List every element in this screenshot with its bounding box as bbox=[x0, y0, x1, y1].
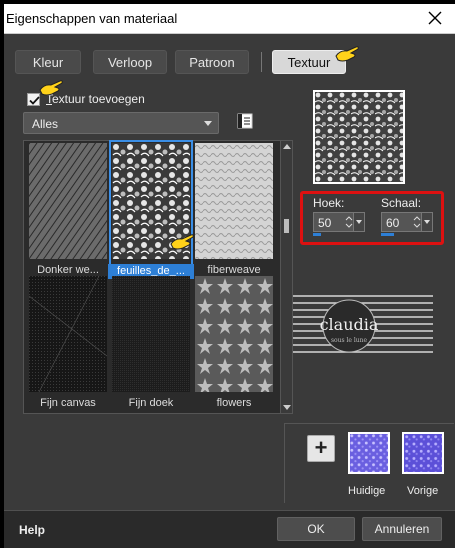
texture-gallery: Donker we... feuilles_de_... fiberweave … bbox=[23, 140, 293, 414]
texture-list-icon[interactable] bbox=[237, 113, 253, 129]
title-bar: Eigenschappen van materiaal bbox=[4, 4, 455, 34]
previous-material-label: Vorige bbox=[407, 485, 439, 497]
scroll-thumb[interactable] bbox=[284, 219, 289, 233]
scale-spinbox[interactable]: 60 bbox=[381, 212, 433, 232]
spin-arrows-icon[interactable] bbox=[345, 215, 353, 229]
scale-label: Schaal: bbox=[381, 196, 422, 210]
texture-preview-image bbox=[195, 143, 273, 259]
ok-button[interactable]: OK bbox=[277, 517, 355, 541]
logo-tagline: sous le lune bbox=[331, 337, 368, 344]
texture-thumb[interactable]: flowers bbox=[195, 276, 273, 409]
texture-thumb[interactable]: fiberweave bbox=[195, 143, 273, 276]
pointing-hand-icon bbox=[39, 80, 63, 96]
tab-verloop[interactable]: Verloop bbox=[93, 50, 167, 74]
scroll-up-icon[interactable] bbox=[283, 144, 291, 149]
scale-value: 60 bbox=[386, 216, 400, 230]
dialog-footer: Help OK Annuleren bbox=[4, 510, 455, 548]
texture-caption: fiberweave bbox=[207, 264, 261, 276]
add-material-button[interactable]: + bbox=[307, 435, 335, 462]
texture-preview-image bbox=[195, 276, 273, 392]
tab-separator bbox=[261, 52, 262, 72]
current-material-swatch[interactable] bbox=[348, 432, 390, 474]
spin-arrows-icon[interactable] bbox=[413, 215, 421, 229]
texture-thumb[interactable]: Fijn canvas bbox=[29, 276, 107, 409]
window-frame: Eigenschappen van materiaal Kleur Verloo… bbox=[0, 0, 455, 548]
angle-spinbox[interactable]: 50 bbox=[313, 212, 365, 232]
chevron-down-icon bbox=[204, 121, 212, 126]
texture-preview-image bbox=[29, 276, 107, 392]
angle-dropdown[interactable] bbox=[353, 213, 364, 231]
texture-preview bbox=[313, 90, 405, 184]
pointing-hand-icon bbox=[335, 46, 359, 62]
pointing-hand-icon bbox=[170, 234, 194, 250]
texture-preview-image bbox=[112, 276, 190, 392]
previous-material-swatch[interactable] bbox=[402, 432, 444, 474]
material-properties-dialog: Kleur Verloop Patroon Textuur Textuur to… bbox=[4, 34, 455, 548]
claudia-watermark-logo: claudia sous le lune bbox=[293, 295, 433, 353]
cancel-button[interactable]: Annuleren bbox=[362, 517, 442, 541]
help-link[interactable]: Help bbox=[19, 523, 45, 537]
texture-thumb[interactable]: Donker we... bbox=[29, 143, 107, 276]
texture-caption: flowers bbox=[216, 397, 252, 409]
texture-category-select[interactable]: Alles bbox=[23, 112, 219, 134]
logo-text: claudia bbox=[320, 315, 379, 334]
angle-slider-fill[interactable] bbox=[313, 233, 321, 236]
texture-caption: Fijn doek bbox=[128, 397, 174, 409]
tab-kleur[interactable]: Kleur bbox=[15, 50, 81, 74]
texture-preview-image bbox=[29, 143, 107, 259]
divider bbox=[284, 423, 454, 424]
scale-slider-fill[interactable] bbox=[381, 233, 394, 236]
angle-label: Hoek: bbox=[313, 196, 345, 210]
current-material-label: Huidige bbox=[348, 485, 386, 497]
texture-caption: Fijn canvas bbox=[40, 397, 96, 409]
window-title: Eigenschappen van materiaal bbox=[6, 11, 178, 26]
angle-value: 50 bbox=[318, 216, 332, 230]
close-icon[interactable] bbox=[425, 8, 445, 28]
divider bbox=[284, 423, 285, 503]
texture-category-value: Alles bbox=[32, 117, 59, 131]
texture-thumb[interactable]: Fijn doek bbox=[112, 276, 190, 409]
scale-dropdown[interactable] bbox=[421, 213, 432, 231]
scroll-down-icon[interactable] bbox=[283, 405, 291, 410]
gallery-scrollbar[interactable] bbox=[280, 141, 292, 413]
tab-patroon[interactable]: Patroon bbox=[175, 50, 249, 74]
texture-caption: Donker we... bbox=[37, 264, 99, 276]
